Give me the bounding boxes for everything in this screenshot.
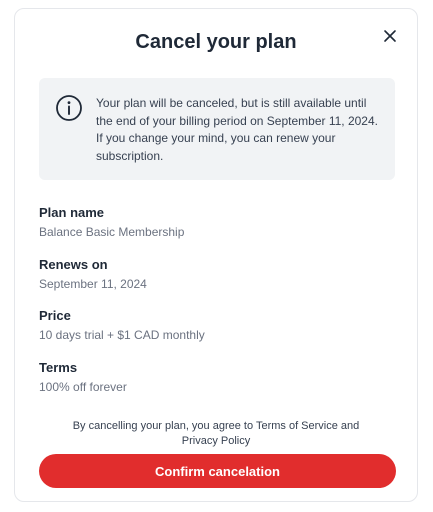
close-icon (384, 30, 396, 42)
field-label: Renews on (39, 256, 108, 272)
confirm-cancelation-button[interactable]: Confirm cancelation (39, 454, 396, 488)
price-field: Price 10 days trial + $1 CAD monthly (39, 308, 395, 360)
close-button[interactable] (383, 29, 397, 43)
field-value: 100% off forever (39, 379, 127, 394)
terms-field: Terms 100% off forever (39, 360, 395, 412)
cancel-plan-dialog: Cancel your plan Your plan will be cance… (14, 8, 418, 502)
cancellation-notice: Your plan will be canceled, but is still… (39, 78, 395, 180)
field-value: 10 days trial + $1 CAD monthly (39, 328, 205, 342)
plan-name-field: Plan name Balance Basic Membership (39, 205, 395, 257)
field-value: September 11, 2024 (39, 276, 147, 291)
dialog-title: Cancel your plan (135, 31, 297, 53)
info-icon (56, 95, 82, 121)
field-value: Balance Basic Membership (39, 225, 185, 239)
field-label: Plan name (39, 205, 105, 220)
field-label: Terms (39, 359, 78, 375)
plan-details: Plan name Balance Basic Membership Renew… (39, 205, 395, 411)
field-label: Price (39, 308, 71, 323)
renews-on-field: Renews on September 11, 2024 (39, 257, 395, 309)
notice-text: Your plan will be canceled, but is still… (96, 96, 378, 163)
agreement-text: By cancelling your plan, you agree to Te… (72, 420, 360, 447)
